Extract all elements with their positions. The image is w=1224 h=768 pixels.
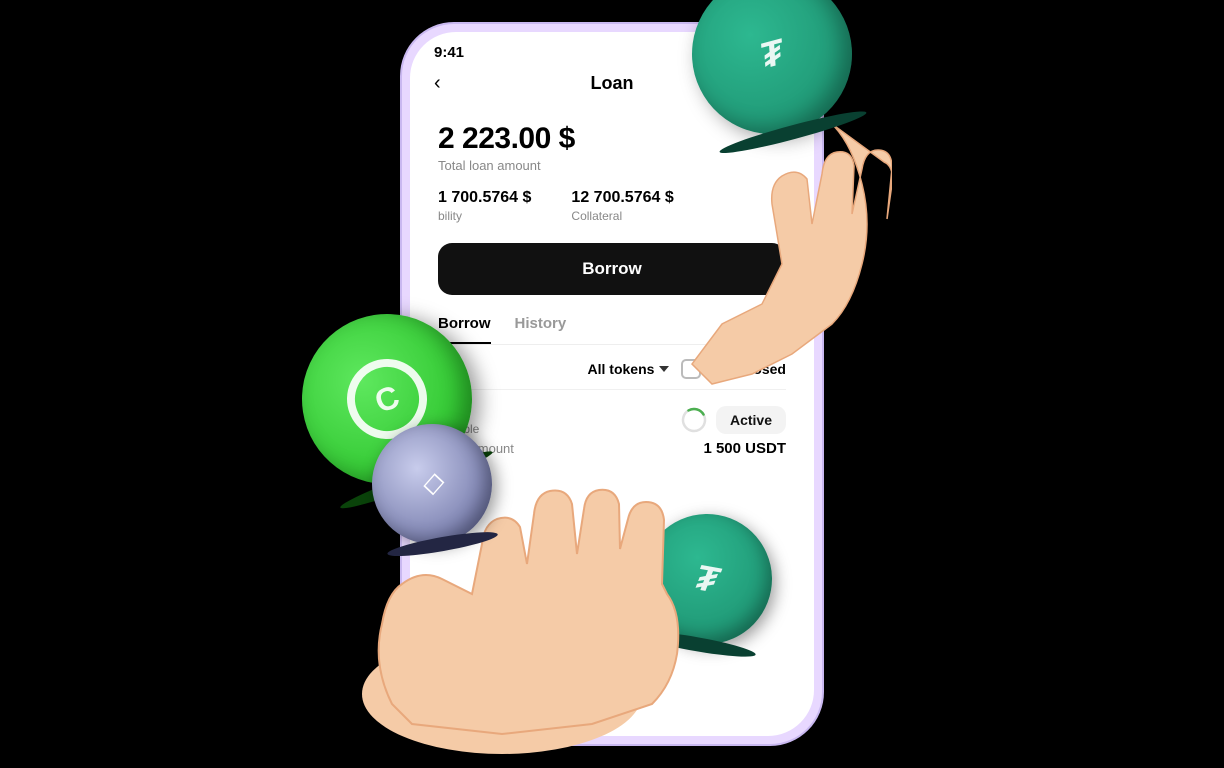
back-button[interactable]: ‹ bbox=[434, 72, 441, 95]
tether-symbol-mid: ₮ bbox=[693, 556, 722, 601]
page-title: Loan bbox=[591, 73, 634, 94]
availability-value: 1 700.5764 $ bbox=[438, 189, 531, 207]
right-hand bbox=[632, 104, 892, 424]
background: 9:41 ▮▮▮ bbox=[0, 0, 1224, 768]
loan-amount-value: 1 500 USDT bbox=[703, 440, 786, 457]
tether-symbol-top: ₮ bbox=[756, 31, 788, 77]
status-time: 9:41 bbox=[434, 44, 464, 61]
phone-frame: 9:41 ▮▮▮ bbox=[402, 24, 822, 744]
availability-stat: 1 700.5764 $ bility bbox=[438, 189, 531, 223]
availability-label: bility bbox=[438, 209, 531, 223]
eth-symbol: ◇ bbox=[418, 464, 445, 500]
tab-history[interactable]: History bbox=[515, 315, 567, 344]
